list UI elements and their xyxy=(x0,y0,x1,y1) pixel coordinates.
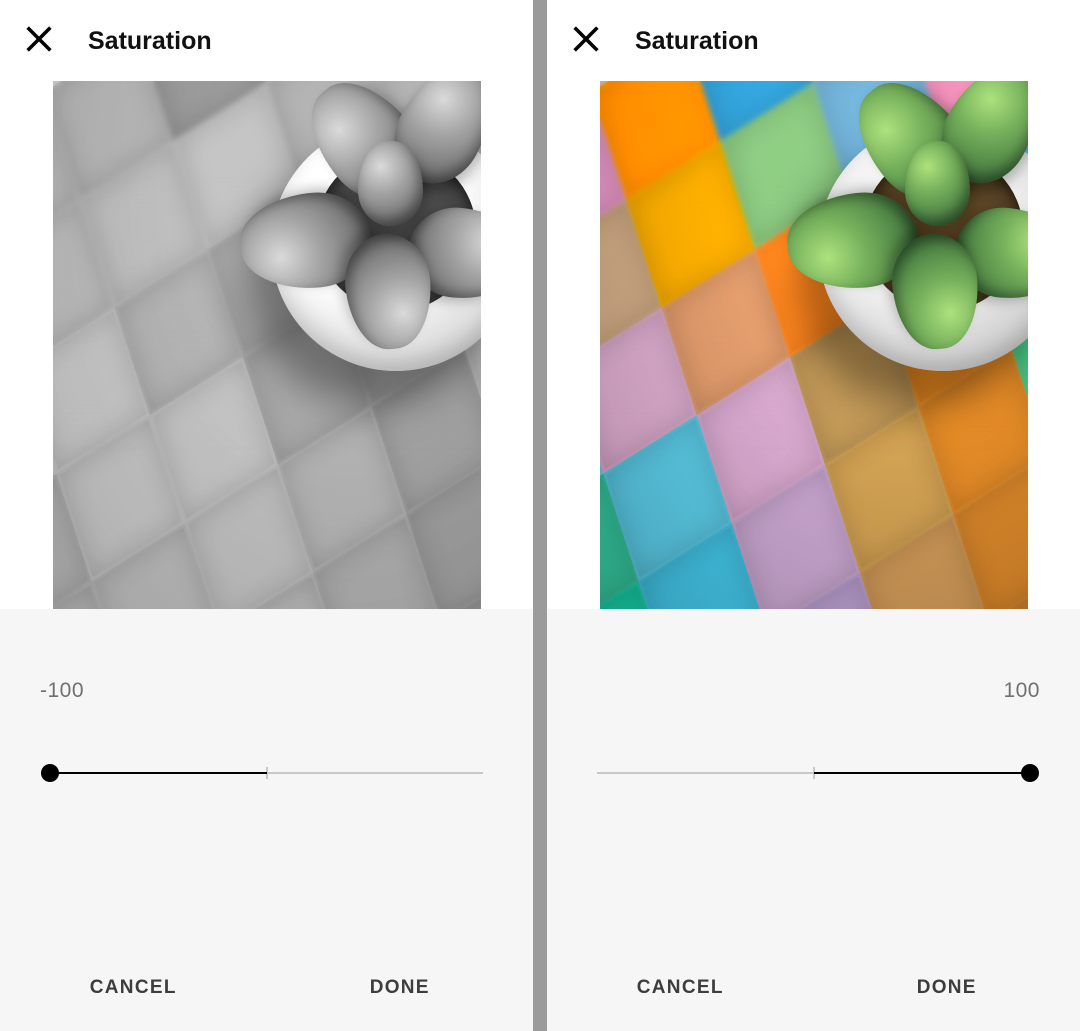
done-button[interactable]: DONE xyxy=(814,945,1080,1031)
editor-header: Saturation xyxy=(0,0,533,81)
close-icon[interactable] xyxy=(22,22,56,61)
image-stage xyxy=(0,81,533,609)
editor-panel-low: Saturation -100 xyxy=(0,0,533,1031)
saturation-slider[interactable] xyxy=(0,749,533,797)
slider-fill xyxy=(814,772,1031,774)
editor-title: Saturation xyxy=(635,27,759,56)
preview-image xyxy=(600,81,1028,609)
image-stage xyxy=(547,81,1080,609)
slider-track xyxy=(597,772,1030,774)
editor-footer: CANCEL DONE xyxy=(547,945,1080,1031)
slider-handle[interactable] xyxy=(41,764,59,782)
slider-fill xyxy=(50,772,267,774)
slider-value: 100 xyxy=(1003,679,1040,703)
close-icon[interactable] xyxy=(569,22,603,61)
cancel-button[interactable]: CANCEL xyxy=(547,945,814,1031)
comparison-view: Saturation -100 xyxy=(0,0,1080,1031)
editor-controls: 100 CANCEL DONE xyxy=(547,609,1080,1031)
editor-title: Saturation xyxy=(88,27,212,56)
editor-panel-high: Saturation 100 xyxy=(547,0,1080,1031)
saturation-slider[interactable] xyxy=(547,749,1080,797)
editor-footer: CANCEL DONE xyxy=(0,945,533,1031)
editor-header: Saturation xyxy=(547,0,1080,81)
slider-value-label: 100 xyxy=(547,679,1080,703)
preview-image xyxy=(53,81,481,609)
slider-handle[interactable] xyxy=(1021,764,1039,782)
slider-value: -100 xyxy=(40,679,84,703)
done-button[interactable]: DONE xyxy=(267,945,534,1031)
editor-controls: -100 CANCEL DONE xyxy=(0,609,533,1031)
slider-track xyxy=(50,772,483,774)
slider-value-label: -100 xyxy=(0,679,533,703)
cancel-button[interactable]: CANCEL xyxy=(0,945,267,1031)
